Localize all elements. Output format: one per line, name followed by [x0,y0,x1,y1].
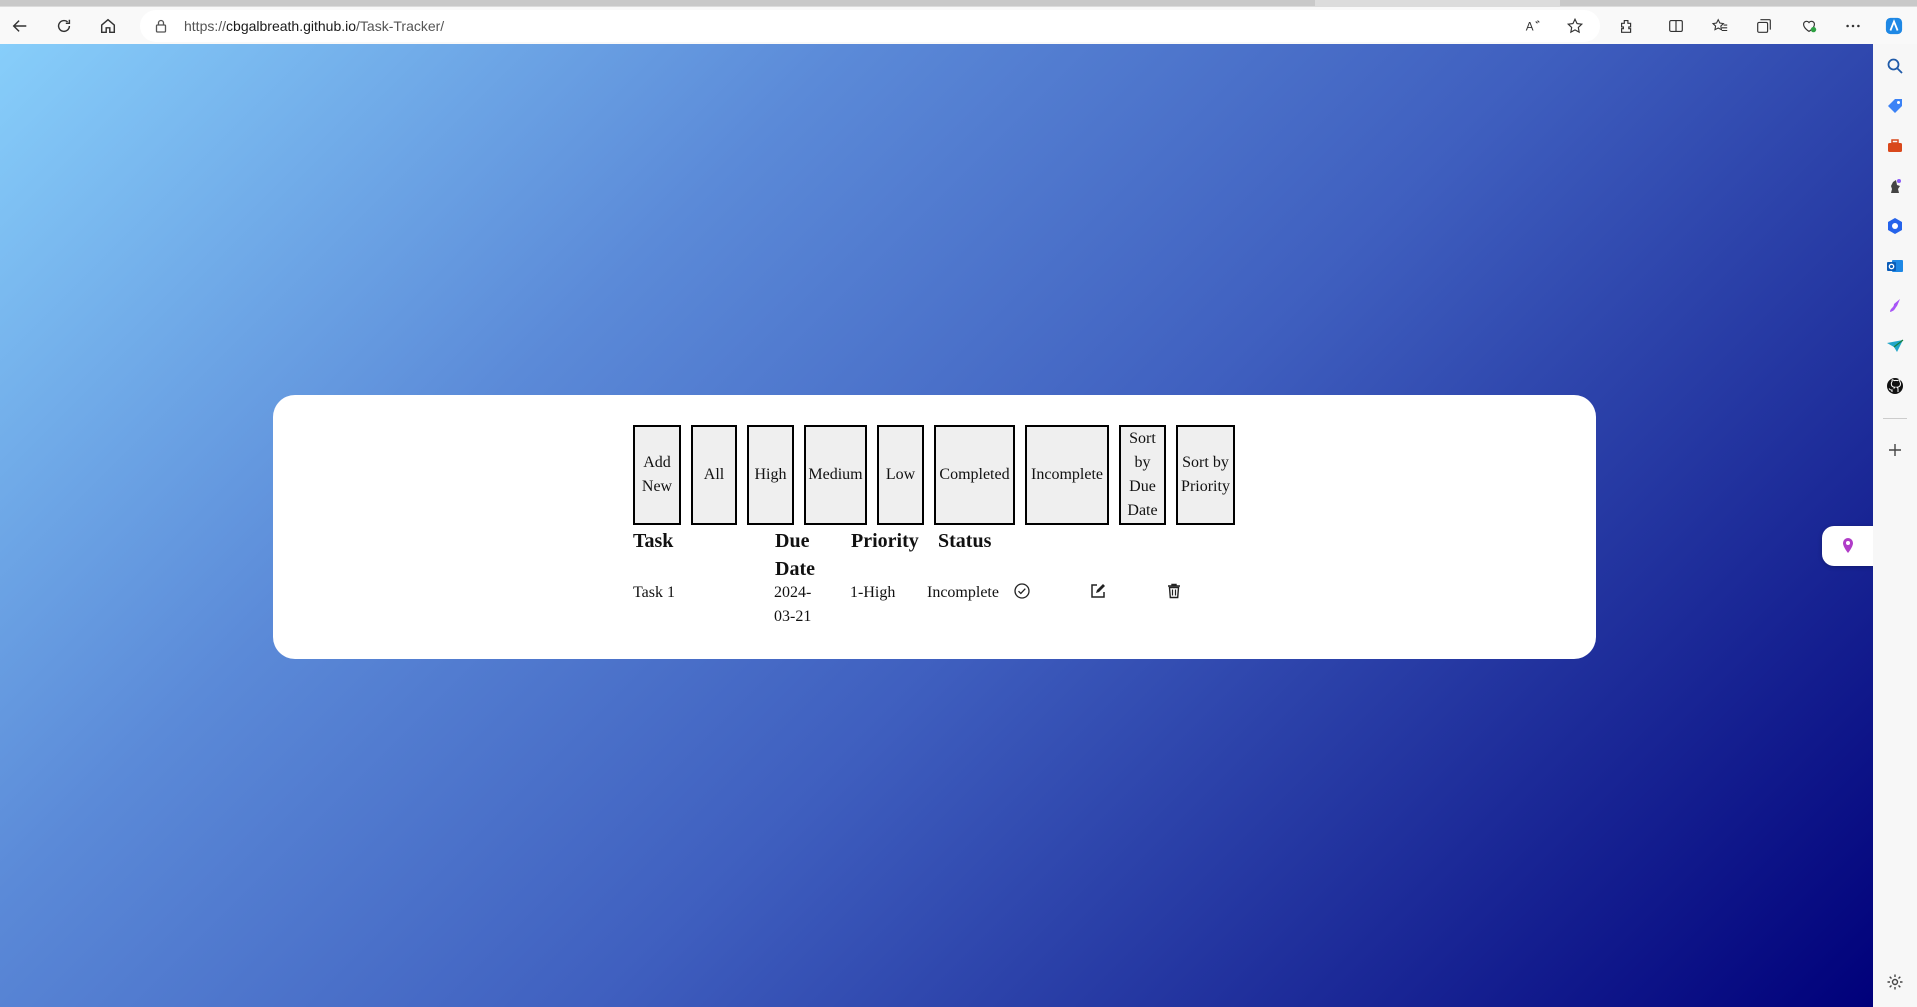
games-icon[interactable] [1883,174,1907,198]
more-icon[interactable] [1838,11,1868,41]
shopping-assistant-icon[interactable] [1822,526,1873,566]
task-priority: 1-High [850,584,896,601]
outlook-icon[interactable] [1883,254,1907,278]
task-status: Incomplete [927,584,999,601]
add-new-button[interactable]: Add New [633,425,681,525]
filter-medium-button[interactable]: Medium [804,425,867,525]
column-task: Task [633,530,674,552]
filter-toolbar: Add New All High Medium Low Completed In… [633,425,1253,525]
favorites-icon[interactable] [1705,11,1735,41]
designer-icon[interactable] [1883,294,1907,318]
delete-icon[interactable] [1164,581,1184,601]
task-name: Task 1 [633,584,675,601]
column-priority: Priority [851,530,919,552]
tab-active[interactable] [0,0,1315,6]
table-row: Task 1 2024-03-21 1-High Incomplete [633,581,1253,631]
collections-icon[interactable] [1749,11,1779,41]
edit-icon[interactable] [1088,581,1108,601]
filter-high-button[interactable]: High [747,425,794,525]
task-tracker-app: Add New All High Medium Low Completed In… [633,425,1253,631]
url-text[interactable]: https://cbgalbreath.github.io/Task-Track… [184,18,444,34]
task-tracker-card: Add New All High Medium Low Completed In… [273,395,1596,659]
mark-complete-icon[interactable] [1012,581,1032,601]
home-icon[interactable] [93,11,123,41]
tab-inactive[interactable] [1560,0,1917,6]
browser-toolbar: https://cbgalbreath.github.io/Task-Track… [0,7,1917,44]
url-prefix: https:// [184,18,227,34]
filter-all-button[interactable]: All [691,425,737,525]
split-screen-icon[interactable] [1661,11,1691,41]
extensions-icon[interactable] [1612,11,1642,41]
lock-icon[interactable] [154,19,168,33]
tab-strip [0,0,1917,7]
github-icon[interactable] [1883,374,1907,398]
task-due-date: 2024-03-21 [774,584,812,625]
svg-text:A: A [1526,21,1534,34]
read-aloud-icon[interactable]: A [1518,11,1548,41]
sidebar-divider [1883,418,1907,419]
microsoft365-icon[interactable] [1883,214,1907,238]
drop-icon[interactable] [1883,334,1907,358]
settings-icon[interactable] [1883,970,1907,994]
browser-essentials-icon[interactable] [1794,11,1824,41]
filter-completed-button[interactable]: Completed [934,425,1015,525]
column-status: Status [938,530,992,552]
task-table-header: Task Due Date Priority Status [633,527,1253,581]
url-path: /Task-Tracker/ [356,18,445,34]
refresh-icon[interactable] [49,11,79,41]
shopping-tag-icon[interactable] [1883,94,1907,118]
url-host: cbgalbreath.github.io [226,18,357,34]
sort-priority-button[interactable]: Sort by Priority [1176,425,1235,525]
copilot-icon[interactable] [1879,11,1909,41]
page-viewport: Add New All High Medium Low Completed In… [0,44,1873,1007]
tools-icon[interactable] [1883,134,1907,158]
filter-low-button[interactable]: Low [877,425,924,525]
address-bar[interactable]: https://cbgalbreath.github.io/Task-Track… [140,10,1600,42]
add-icon[interactable] [1883,438,1907,462]
search-icon[interactable] [1883,54,1907,78]
column-due-date: Due Date [775,530,815,580]
filter-incomplete-button[interactable]: Incomplete [1025,425,1109,525]
favorite-star-icon[interactable] [1560,11,1590,41]
back-icon[interactable] [5,11,35,41]
browser-sidebar [1873,44,1917,1007]
sort-due-date-button[interactable]: Sort by Due Date [1119,425,1166,525]
